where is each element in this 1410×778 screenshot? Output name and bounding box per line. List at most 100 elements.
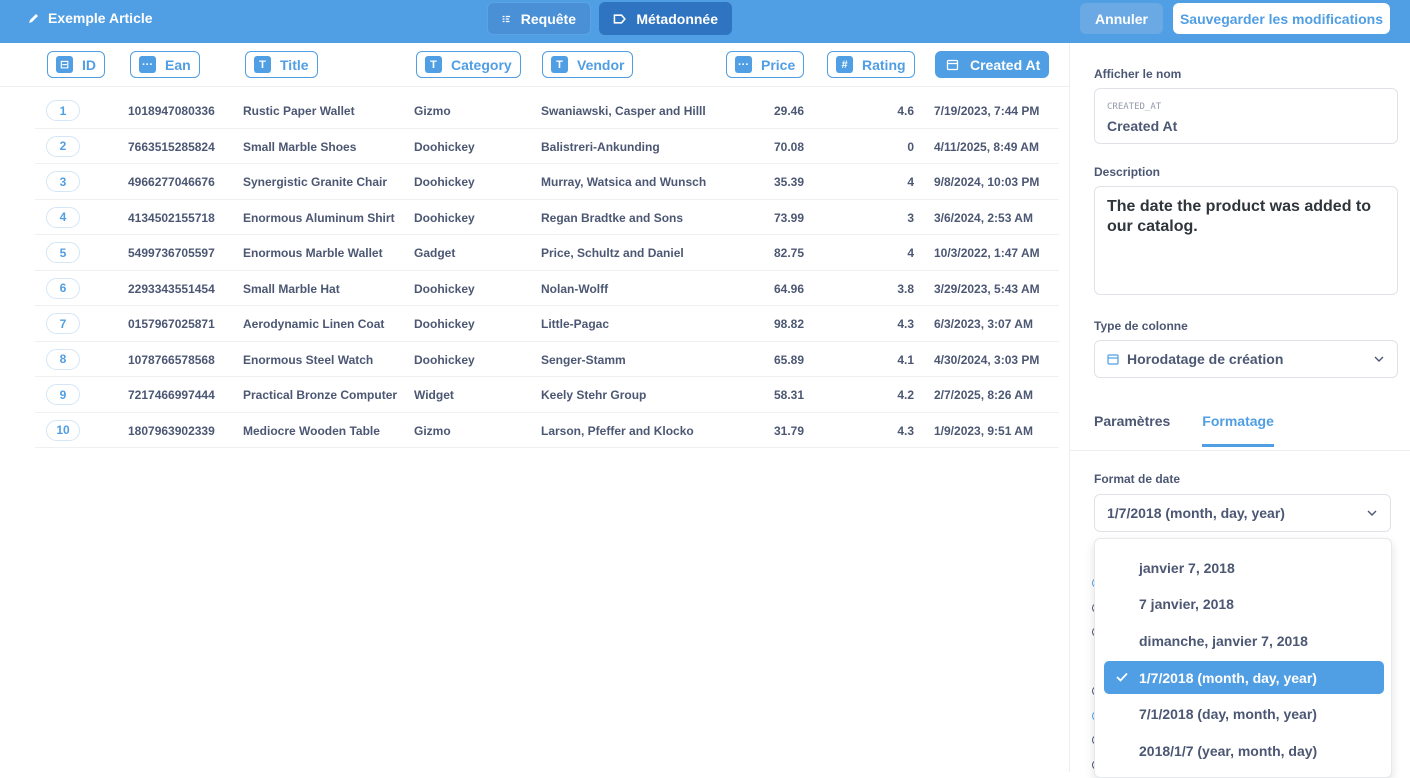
table-cell: Balistreri-Ankunding (541, 139, 660, 154)
table-cell: 3.8 (897, 281, 914, 296)
table-row[interactable]: 7 0157967025871 Aerodynamic Linen Coat Dooh… (35, 306, 1059, 342)
text-icon: T (254, 56, 271, 73)
cancel-button[interactable]: Annuler (1080, 3, 1163, 34)
table-row[interactable]: 4 4134502155718 Enormous Aluminum Shirt Doo… (35, 200, 1059, 235)
text-icon: T (425, 56, 442, 73)
model-title-text: Exemple Article (48, 10, 153, 26)
table-cell: Small Marble Hat (243, 281, 340, 296)
table-cell: 7663515285824 (128, 139, 215, 154)
id-cell[interactable]: 2 (46, 135, 80, 157)
tag-icon (613, 13, 626, 24)
table-cell: 4134502155718 (128, 210, 215, 225)
id-cell[interactable]: 4 (46, 206, 80, 228)
column-header-title[interactable]: T Title (245, 51, 318, 78)
date-format-value: 1/7/2018 (month, day, year) (1107, 505, 1285, 521)
table-row[interactable]: 6 2293343551454 Small Marble Hat Doohickey N… (35, 271, 1059, 306)
table-cell: 70.08 (773, 139, 804, 154)
table-cell: Widget (414, 388, 454, 402)
table-cell: Doohickey (414, 210, 475, 225)
table-cell: Senger-Stamm (541, 352, 626, 367)
tab-settings[interactable]: Paramètres (1094, 413, 1170, 447)
column-header-ean[interactable]: ··· Ean (130, 51, 200, 78)
display-name-field[interactable]: CREATED_AT Created At (1094, 88, 1398, 144)
id-cell[interactable]: 6 (46, 277, 80, 299)
dropdown-option[interactable]: 7 janvier, 2018 (1104, 587, 1384, 620)
dropdown-option-label: 2018/1/7 (year, month, day) (1139, 742, 1318, 759)
dropdown-option[interactable]: janvier 7, 2018 (1104, 551, 1384, 584)
dots-icon: ··· (735, 56, 752, 73)
column-header-label: Title (280, 56, 309, 73)
table-cell: 4.2 (897, 388, 914, 402)
panel-tabs: Paramètres Formatage (1094, 413, 1274, 447)
save-changes-button[interactable]: Sauvegarder les modifications (1173, 3, 1390, 34)
table-row[interactable]: 5 5499736705597 Enormous Marble Wallet Gadg… (35, 235, 1059, 271)
query-tab-button[interactable]: Requête (487, 2, 591, 35)
table-cell: 4.1 (897, 352, 914, 367)
column-header-created-at[interactable]: Created At (935, 51, 1050, 78)
table-row[interactable]: 9 7217466997444 Practical Bronze Computer W… (35, 377, 1059, 413)
id-cell[interactable]: 10 (46, 419, 80, 441)
column-header-label: Price (761, 56, 796, 73)
table-cell: Enormous Steel Watch (243, 352, 374, 367)
description-textarea[interactable]: The date the product was added to our ca… (1094, 186, 1398, 295)
table-cell: Small Marble Shoes (243, 139, 357, 154)
table-row[interactable]: 2 7663515285824 Small Marble Shoes Doohicke… (35, 129, 1059, 164)
dropdown-option[interactable]: 2018/1/7 (year, month, day) (1104, 734, 1384, 767)
column-header-price[interactable]: ··· Price (726, 51, 805, 78)
table-row[interactable]: 1 1018947080336 Rustic Paper Wallet Gizmo Sw… (35, 93, 1059, 129)
table-cell: 3 (907, 210, 914, 225)
id-cell[interactable]: 1 (46, 100, 80, 121)
table-row[interactable]: 8 1078766578568 Enormous Steel Watch Doohic… (35, 342, 1059, 377)
display-name-label: Afficher le nom (1094, 67, 1182, 81)
hash-icon: # (836, 56, 853, 73)
table-cell: Doohickey (414, 139, 475, 154)
table-cell: Doohickey (414, 175, 475, 189)
table-cell: 1078766578568 (128, 352, 215, 367)
table-cell: 35.39 (773, 175, 804, 189)
tab-formatting[interactable]: Formatage (1202, 413, 1274, 447)
table-cell: 2/7/2025, 8:26 AM (934, 388, 1033, 402)
chevron-down-icon (1374, 356, 1384, 362)
table-cell: 73.99 (773, 210, 804, 225)
id-cell[interactable]: 3 (46, 171, 80, 192)
table-cell: 4.3 (897, 317, 914, 331)
table-cell: Regan Bradtke and Sons (541, 210, 684, 225)
field-key: CREATED_AT (1107, 102, 1162, 112)
column-header-id[interactable]: ⊟ ID (47, 51, 105, 78)
id-cell[interactable]: 8 (46, 348, 80, 370)
table-row[interactable]: 3 4966277046676 Synergistic Granite Chair D… (35, 164, 1059, 200)
dropdown-option[interactable]: 7/1/2018 (day, month, year) (1104, 697, 1384, 730)
id-cell[interactable]: 9 (46, 384, 80, 405)
table-cell: 6/3/2023, 3:07 AM (934, 317, 1033, 331)
table-cell: Swaniawski, Casper and Hilll (541, 104, 706, 118)
table-cell: Larson, Pfeffer and Klocko (541, 423, 694, 438)
metadata-tab-button[interactable]: Métadonnée (599, 2, 732, 35)
dropdown-option-label: 7 janvier, 2018 (1139, 595, 1234, 612)
dropdown-option[interactable]: dimanche, janvier 7, 2018 (1104, 624, 1384, 657)
column-type-value: Horodatage de création (1127, 351, 1284, 367)
column-header-vendor[interactable]: T Vendor (542, 51, 634, 78)
table-cell: 4/11/2025, 8:49 AM (934, 139, 1039, 154)
table-cell: Enormous Aluminum Shirt (243, 210, 395, 225)
table-cell: 5499736705597 (128, 246, 215, 260)
table-cell: 1/9/2023, 9:51 AM (934, 423, 1033, 438)
table-cell: Gizmo (414, 423, 451, 438)
table-cell: Little-Pagac (541, 317, 610, 331)
dropdown-option-selected[interactable]: 1/7/2018 (month, day, year) (1104, 661, 1384, 694)
model-title[interactable]: Exemple Article (28, 10, 153, 26)
table-cell: Synergistic Granite Chair (243, 175, 388, 189)
dropdown-option-label: 1/7/2018 (month, day, year) (1139, 669, 1317, 686)
id-cell[interactable]: 7 (46, 313, 80, 334)
column-type-select[interactable]: Horodatage de création (1094, 340, 1398, 378)
column-header-rating[interactable]: # Rating (827, 51, 915, 78)
column-header-category[interactable]: T Category (416, 51, 521, 78)
table-cell: Doohickey (414, 281, 475, 296)
table-cell: 3/6/2024, 2:53 AM (934, 210, 1033, 225)
date-format-select[interactable]: 1/7/2018 (month, day, year) (1094, 494, 1391, 532)
table-row[interactable]: 10 1807963902339 Mediocre Wooden Table Gizm… (35, 413, 1059, 448)
table-cell: 7217466997444 (128, 388, 215, 402)
id-cell[interactable]: 5 (46, 242, 80, 263)
top-bar: Exemple Article Requête Métadonnée Annul… (0, 0, 1410, 43)
column-header-label: Ean (165, 56, 191, 73)
column-header-label: Category (451, 56, 512, 73)
